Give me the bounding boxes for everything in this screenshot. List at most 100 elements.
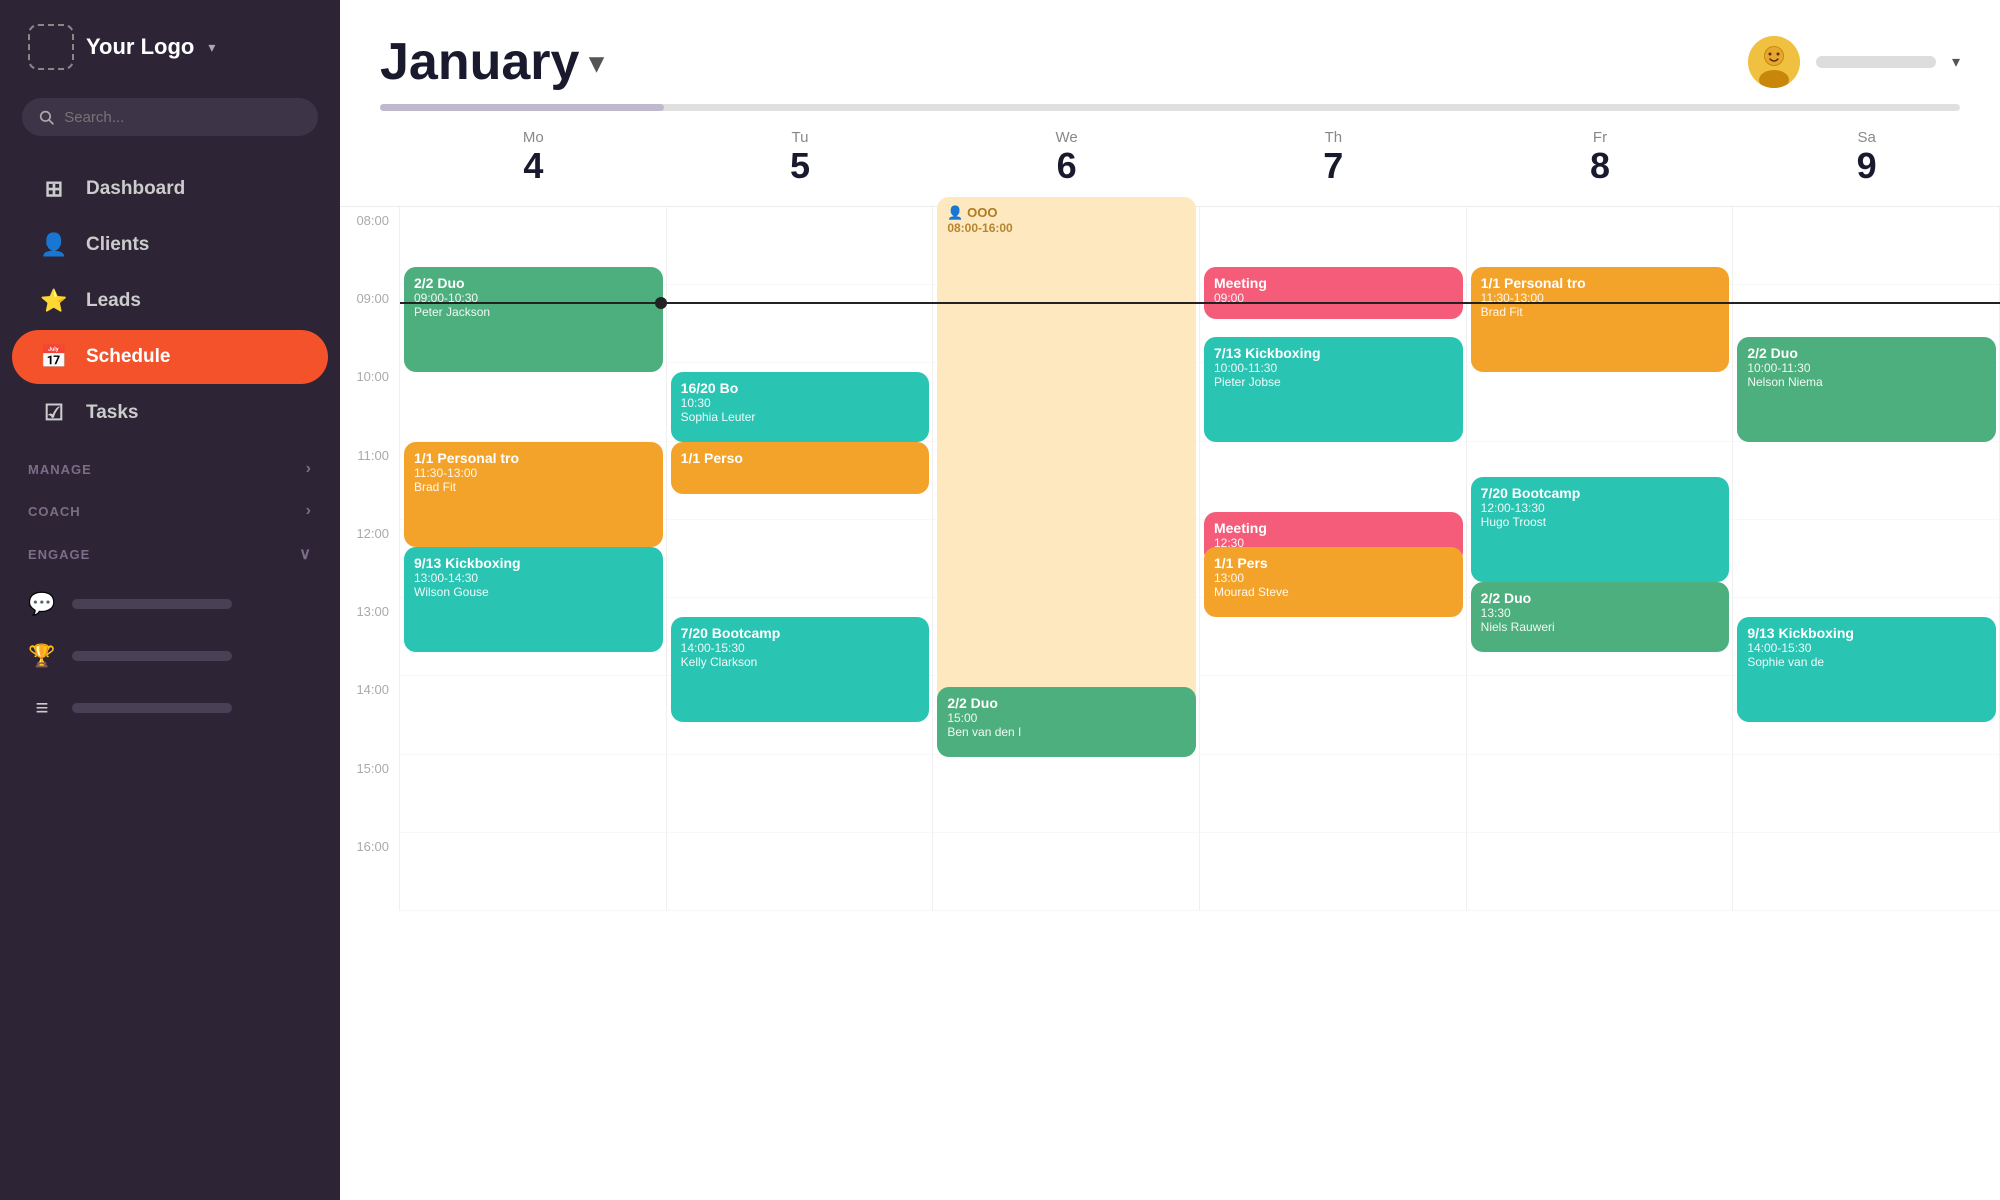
event-mo-2[interactable]: 9/13 Kickboxing 13:00-14:30 Wilson Gouse [404, 547, 663, 652]
cell-we-8 [933, 833, 1200, 911]
cell-sa-4 [1733, 520, 2000, 598]
day-abbr: Sa [1733, 129, 2000, 146]
event-mo-1[interactable]: 1/1 Personal tro 11:30-13:00 Brad Fit [404, 442, 663, 547]
month-chevron-icon[interactable]: ▾ [589, 46, 603, 79]
trophy-icon: 🏆 [28, 643, 56, 669]
event-time: 10:00-11:30 [1214, 361, 1453, 375]
event-mo-0[interactable]: 2/2 Duo 09:00-10:30 Peter Jackson [404, 267, 663, 372]
event-title: 1/1 Personal tro [1481, 275, 1720, 291]
nav-item-clients[interactable]: 👤 Clients [12, 218, 328, 272]
time-label-3: 11:00 [340, 442, 400, 520]
event-person: Niels Rauweri [1481, 620, 1720, 634]
cell-sa-8 [1733, 833, 2000, 911]
time-label-4: 12:00 [340, 520, 400, 598]
engage-item-trophy[interactable]: 🏆 [0, 630, 340, 682]
progress-fill [380, 104, 664, 111]
dashboard-icon: ⊞ [40, 176, 68, 202]
cell-tu-4 [667, 520, 934, 598]
event-time: 10:00-11:30 [1747, 361, 1986, 375]
event-sa-0[interactable]: 2/2 Duo 10:00-11:30 Nelson Niema [1737, 337, 1996, 442]
event-person: Ben van den I [947, 725, 1186, 739]
event-fr-1[interactable]: 7/20 Bootcamp 12:00-13:30 Hugo Troost [1471, 477, 1730, 582]
event-person: Wilson Gouse [414, 585, 653, 599]
nav-item-tasks[interactable]: ☑ Tasks [12, 386, 328, 440]
calendar-container[interactable]: Mo 4Tu 5We 6Th 7Fr 8Sa 908:0009:0010:001… [340, 111, 2000, 1200]
cell-sa-0 [1733, 207, 2000, 285]
engage-bar-2 [72, 651, 232, 661]
cell-tu-1 [667, 285, 934, 363]
event-tu-0[interactable]: 16/20 Bo 10:30 Sophia Leuter [671, 372, 930, 442]
nav-item-leads[interactable]: ⭐ Leads [12, 274, 328, 328]
cell-we-7 [933, 755, 1200, 833]
logo-icon [28, 24, 74, 70]
day-num: 7 [1200, 146, 1467, 186]
avatar[interactable] [1748, 36, 1800, 88]
event-person: Brad Fit [1481, 305, 1720, 319]
event-time: 11:30-13:00 [1481, 291, 1720, 305]
event-we-0[interactable]: 👤 OOO 08:00-16:00 ≡ [937, 197, 1196, 757]
day-abbr: Th [1200, 129, 1467, 146]
engage-item-chat[interactable]: 💬 [0, 578, 340, 630]
day-abbr: We [933, 129, 1200, 146]
event-th-3[interactable]: 1/1 Pers 13:00 Mourad Steve [1204, 547, 1463, 617]
event-person: Hugo Troost [1481, 515, 1720, 529]
event-title: 16/20 Bo [681, 380, 920, 396]
event-time: 10:30 [681, 396, 920, 410]
section-engage[interactable]: ENGAGE ∨ [0, 526, 340, 570]
event-sa-1[interactable]: 9/13 Kickboxing 14:00-15:30 Sophie van d… [1737, 617, 1996, 722]
event-person: Peter Jackson [414, 305, 653, 319]
user-name-bar [1816, 56, 1936, 68]
event-title: 1/1 Personal tro [414, 450, 653, 466]
time-label-7: 15:00 [340, 755, 400, 833]
section-coach[interactable]: COACH › [0, 484, 340, 526]
nav-item-dashboard[interactable]: ⊞ Dashboard [12, 162, 328, 216]
engage-bar-1 [72, 599, 232, 609]
event-fr-2[interactable]: 2/2 Duo 13:30 Niels Rauweri [1471, 582, 1730, 652]
cell-fr-8 [1467, 833, 1734, 911]
event-title: 2/2 Duo [1481, 590, 1720, 606]
day-abbr: Fr [1467, 129, 1734, 146]
event-person: Sophia Leuter [681, 410, 920, 424]
nav-list: ⊞ Dashboard👤 Clients⭐ Leads📅 Schedule☑ T… [0, 160, 340, 442]
event-tu-2[interactable]: 7/20 Bootcamp 14:00-15:30 Kelly Clarkson [671, 617, 930, 722]
event-person: Kelly Clarkson [681, 655, 920, 669]
event-we-1[interactable]: 2/2 Duo 15:00 Ben van den I [937, 687, 1196, 757]
search-input[interactable] [64, 109, 302, 126]
event-tu-1[interactable]: 1/1 Perso [671, 442, 930, 494]
progress-bar-container [340, 92, 2000, 111]
event-title: 1/1 Perso [681, 450, 920, 466]
event-person: Sophie van de [1747, 655, 1986, 669]
nav-item-schedule[interactable]: 📅 Schedule [12, 330, 328, 384]
event-th-1[interactable]: 7/13 Kickboxing 10:00-11:30 Pieter Jobse [1204, 337, 1463, 442]
time-label-8: 16:00 [340, 833, 400, 911]
nav-label-clients: Clients [86, 234, 149, 256]
logo-button[interactable]: Your Logo ▾ [0, 24, 340, 98]
day-num: 5 [667, 146, 934, 186]
schedule-icon: 📅 [40, 344, 68, 370]
day-abbr: Mo [400, 129, 667, 146]
cell-th-6 [1200, 676, 1467, 754]
time-label-0: 08:00 [340, 207, 400, 285]
chat-icon: 💬 [28, 591, 56, 617]
event-th-0[interactable]: Meeting 09:00 [1204, 267, 1463, 319]
progress-bar [380, 104, 1960, 111]
day-num: 9 [1733, 146, 2000, 186]
event-title: 1/1 Pers [1214, 555, 1453, 571]
event-fr-0[interactable]: 1/1 Personal tro 11:30-13:00 Brad Fit [1471, 267, 1730, 372]
time-label-1: 09:00 [340, 285, 400, 363]
event-title: 2/2 Duo [1747, 345, 1986, 361]
section-manage[interactable]: MANAGE › [0, 442, 340, 484]
day-header-tu: Tu 5 [667, 111, 934, 207]
tasks-icon: ☑ [40, 400, 68, 426]
engage-bar-3 [72, 703, 232, 713]
event-title: 7/13 Kickboxing [1214, 345, 1453, 361]
month-title: January ▾ [380, 32, 604, 92]
header-right: ▾ [1748, 36, 1960, 88]
main-content: January ▾ ▾ [340, 0, 2000, 1200]
user-chevron-icon[interactable]: ▾ [1952, 52, 1960, 72]
engage-item-list[interactable]: ≡ [0, 682, 340, 734]
main-header: January ▾ ▾ [340, 0, 2000, 92]
cell-sa-7 [1733, 755, 2000, 833]
cell-sa-3 [1733, 442, 2000, 520]
search-bar[interactable] [22, 98, 318, 136]
